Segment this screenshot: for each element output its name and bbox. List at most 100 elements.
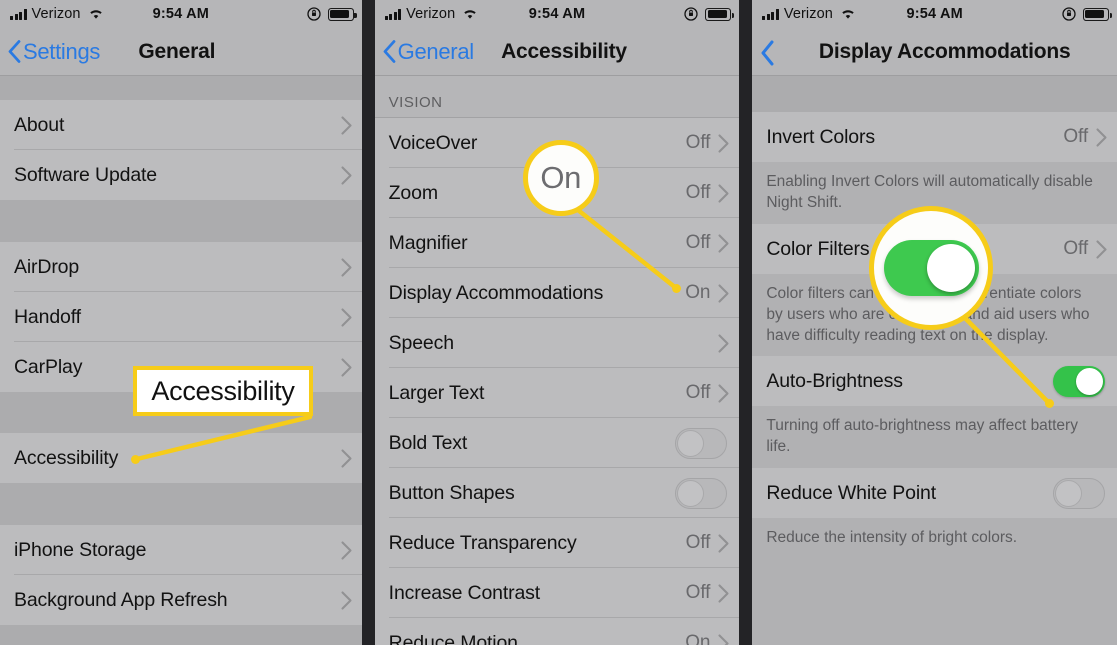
row-label: Background App Refresh	[14, 588, 228, 611]
status-bar-right	[1062, 7, 1113, 21]
chevron-right-icon	[718, 583, 729, 603]
row-label: Auto-Brightness	[766, 369, 903, 392]
status-bar-right	[307, 7, 357, 21]
row-iphone-storage[interactable]: iPhone Storage	[0, 525, 362, 575]
toggle-auto-brightness[interactable]	[1053, 365, 1106, 397]
list-gap	[0, 625, 362, 645]
settings-list-display-accommodations: Invert Colors Off Enabling Invert Colors…	[752, 76, 1117, 558]
row-label: Bold Text	[388, 431, 468, 454]
row-value: On	[685, 282, 711, 303]
row-display-accommodations[interactable]: Display Accommodations On	[374, 268, 740, 318]
page-title: Display Accommodations	[818, 39, 1071, 63]
footnote-text: Color filters can be used to differentia…	[766, 285, 1090, 344]
row-reduce-white-point[interactable]: Reduce White Point	[752, 468, 1117, 518]
status-bar: Verizon 9:54 AM	[0, 0, 362, 28]
row-value: Off	[1063, 126, 1089, 147]
row-label: Invert Colors	[766, 125, 875, 148]
row-magnifier[interactable]: Magnifier Off	[374, 218, 740, 268]
footnote-reduce-white-point: Reduce the intensity of bright colors.	[752, 518, 1117, 558]
row-airdrop[interactable]: AirDrop	[0, 242, 362, 292]
list-gap	[0, 392, 362, 433]
row-reduce-transparency[interactable]: Reduce Transparency Off	[374, 518, 740, 568]
screenshot-stage: Verizon 9:54 AM Settings General About S…	[0, 0, 1117, 645]
chevron-right-icon	[718, 533, 729, 553]
chevron-right-icon	[718, 233, 729, 253]
footnote-invert-colors: Enabling Invert Colors will automaticall…	[752, 162, 1117, 224]
footnote-color-filters: Color filters can be used to differentia…	[752, 274, 1117, 356]
row-label: Magnifier	[388, 231, 468, 254]
page-title: Accessibility	[501, 39, 627, 63]
iphone-screen-general: Verizon 9:54 AM Settings General About S…	[0, 0, 362, 645]
navigation-bar-general: Settings General	[0, 28, 362, 76]
status-bar: Verizon 9:54 AM	[374, 0, 740, 28]
chevron-right-icon	[341, 257, 352, 277]
row-label: Reduce White Point	[766, 481, 936, 504]
rotation-lock-icon	[307, 7, 321, 21]
row-accessibility[interactable]: Accessibility	[0, 433, 362, 483]
row-label: iPhone Storage	[14, 538, 147, 561]
battery-icon	[705, 7, 735, 21]
chevron-right-icon	[718, 633, 729, 645]
row-software-update[interactable]: Software Update	[0, 150, 362, 200]
row-handoff[interactable]: Handoff	[0, 292, 362, 342]
row-value: Off	[685, 232, 711, 253]
row-button-shapes[interactable]: Button Shapes	[374, 468, 740, 518]
panel-divider	[361, 0, 375, 645]
row-zoom[interactable]: Zoom Off	[374, 168, 740, 218]
row-carplay[interactable]: CarPlay	[0, 342, 362, 392]
row-bold-text[interactable]: Bold Text	[374, 418, 740, 468]
list-gap	[0, 483, 362, 525]
toggle-button-shapes[interactable]	[675, 477, 728, 509]
row-label: Display Accommodations	[388, 281, 604, 304]
row-about[interactable]: About	[0, 100, 362, 150]
navigation-bar-display-accommodations: Display Accommodations	[752, 28, 1117, 76]
chevron-right-icon	[341, 357, 352, 377]
list-gap	[752, 76, 1117, 112]
row-value: Off	[1063, 238, 1089, 259]
chevron-right-icon	[341, 165, 352, 185]
chevron-right-icon	[718, 183, 729, 203]
row-label: Reduce Motion	[388, 631, 518, 645]
list-gap	[0, 76, 362, 100]
row-label: Color Filters	[766, 237, 870, 260]
row-label: Reduce Transparency	[388, 531, 577, 554]
chevron-right-icon	[341, 540, 352, 560]
iphone-screen-display-accommodations: Verizon 9:54 AM Display Accommodations I…	[752, 0, 1117, 645]
row-invert-colors[interactable]: Invert Colors Off	[752, 112, 1117, 162]
row-auto-brightness[interactable]: Auto-Brightness	[752, 356, 1117, 406]
row-voiceover[interactable]: VoiceOver Off	[374, 118, 740, 168]
row-label: Handoff	[14, 305, 81, 328]
row-label: Zoom	[388, 181, 438, 204]
list-gap	[0, 200, 362, 242]
rotation-lock-icon	[684, 7, 698, 21]
row-larger-text[interactable]: Larger Text Off	[374, 368, 740, 418]
row-value: Off	[685, 382, 711, 403]
row-label: Speech	[388, 331, 454, 354]
row-background-app-refresh[interactable]: Background App Refresh	[0, 575, 362, 625]
row-value: Off	[685, 582, 711, 603]
row-reduce-motion[interactable]: Reduce Motion On	[374, 618, 740, 645]
section-header-label: VISION	[388, 94, 443, 111]
chevron-right-icon	[718, 333, 729, 353]
row-value: Off	[685, 132, 711, 153]
row-increase-contrast[interactable]: Increase Contrast Off	[374, 568, 740, 618]
row-value: Off	[685, 182, 711, 203]
page-title: General	[138, 39, 216, 63]
settings-list-accessibility: VISION VoiceOver Off Zoom Off Magnifier …	[374, 76, 740, 645]
status-bar-right	[684, 7, 735, 21]
chevron-right-icon	[341, 448, 352, 468]
chevron-right-icon	[341, 590, 352, 610]
row-label: Software Update	[14, 163, 158, 186]
row-value: Off	[685, 532, 711, 553]
row-label: CarPlay	[14, 355, 83, 378]
row-speech[interactable]: Speech	[374, 318, 740, 368]
row-label: AirDrop	[14, 255, 80, 278]
status-bar: Verizon 9:54 AM	[752, 0, 1117, 28]
row-label: Button Shapes	[388, 481, 515, 504]
row-label: About	[14, 113, 65, 136]
toggle-reduce-white-point[interactable]	[1053, 477, 1106, 509]
row-color-filters[interactable]: Color Filters Off	[752, 224, 1117, 274]
settings-list-general: About Software Update AirDrop Handoff Ca…	[0, 76, 362, 645]
battery-icon	[1083, 7, 1113, 21]
toggle-bold-text[interactable]	[675, 427, 728, 459]
